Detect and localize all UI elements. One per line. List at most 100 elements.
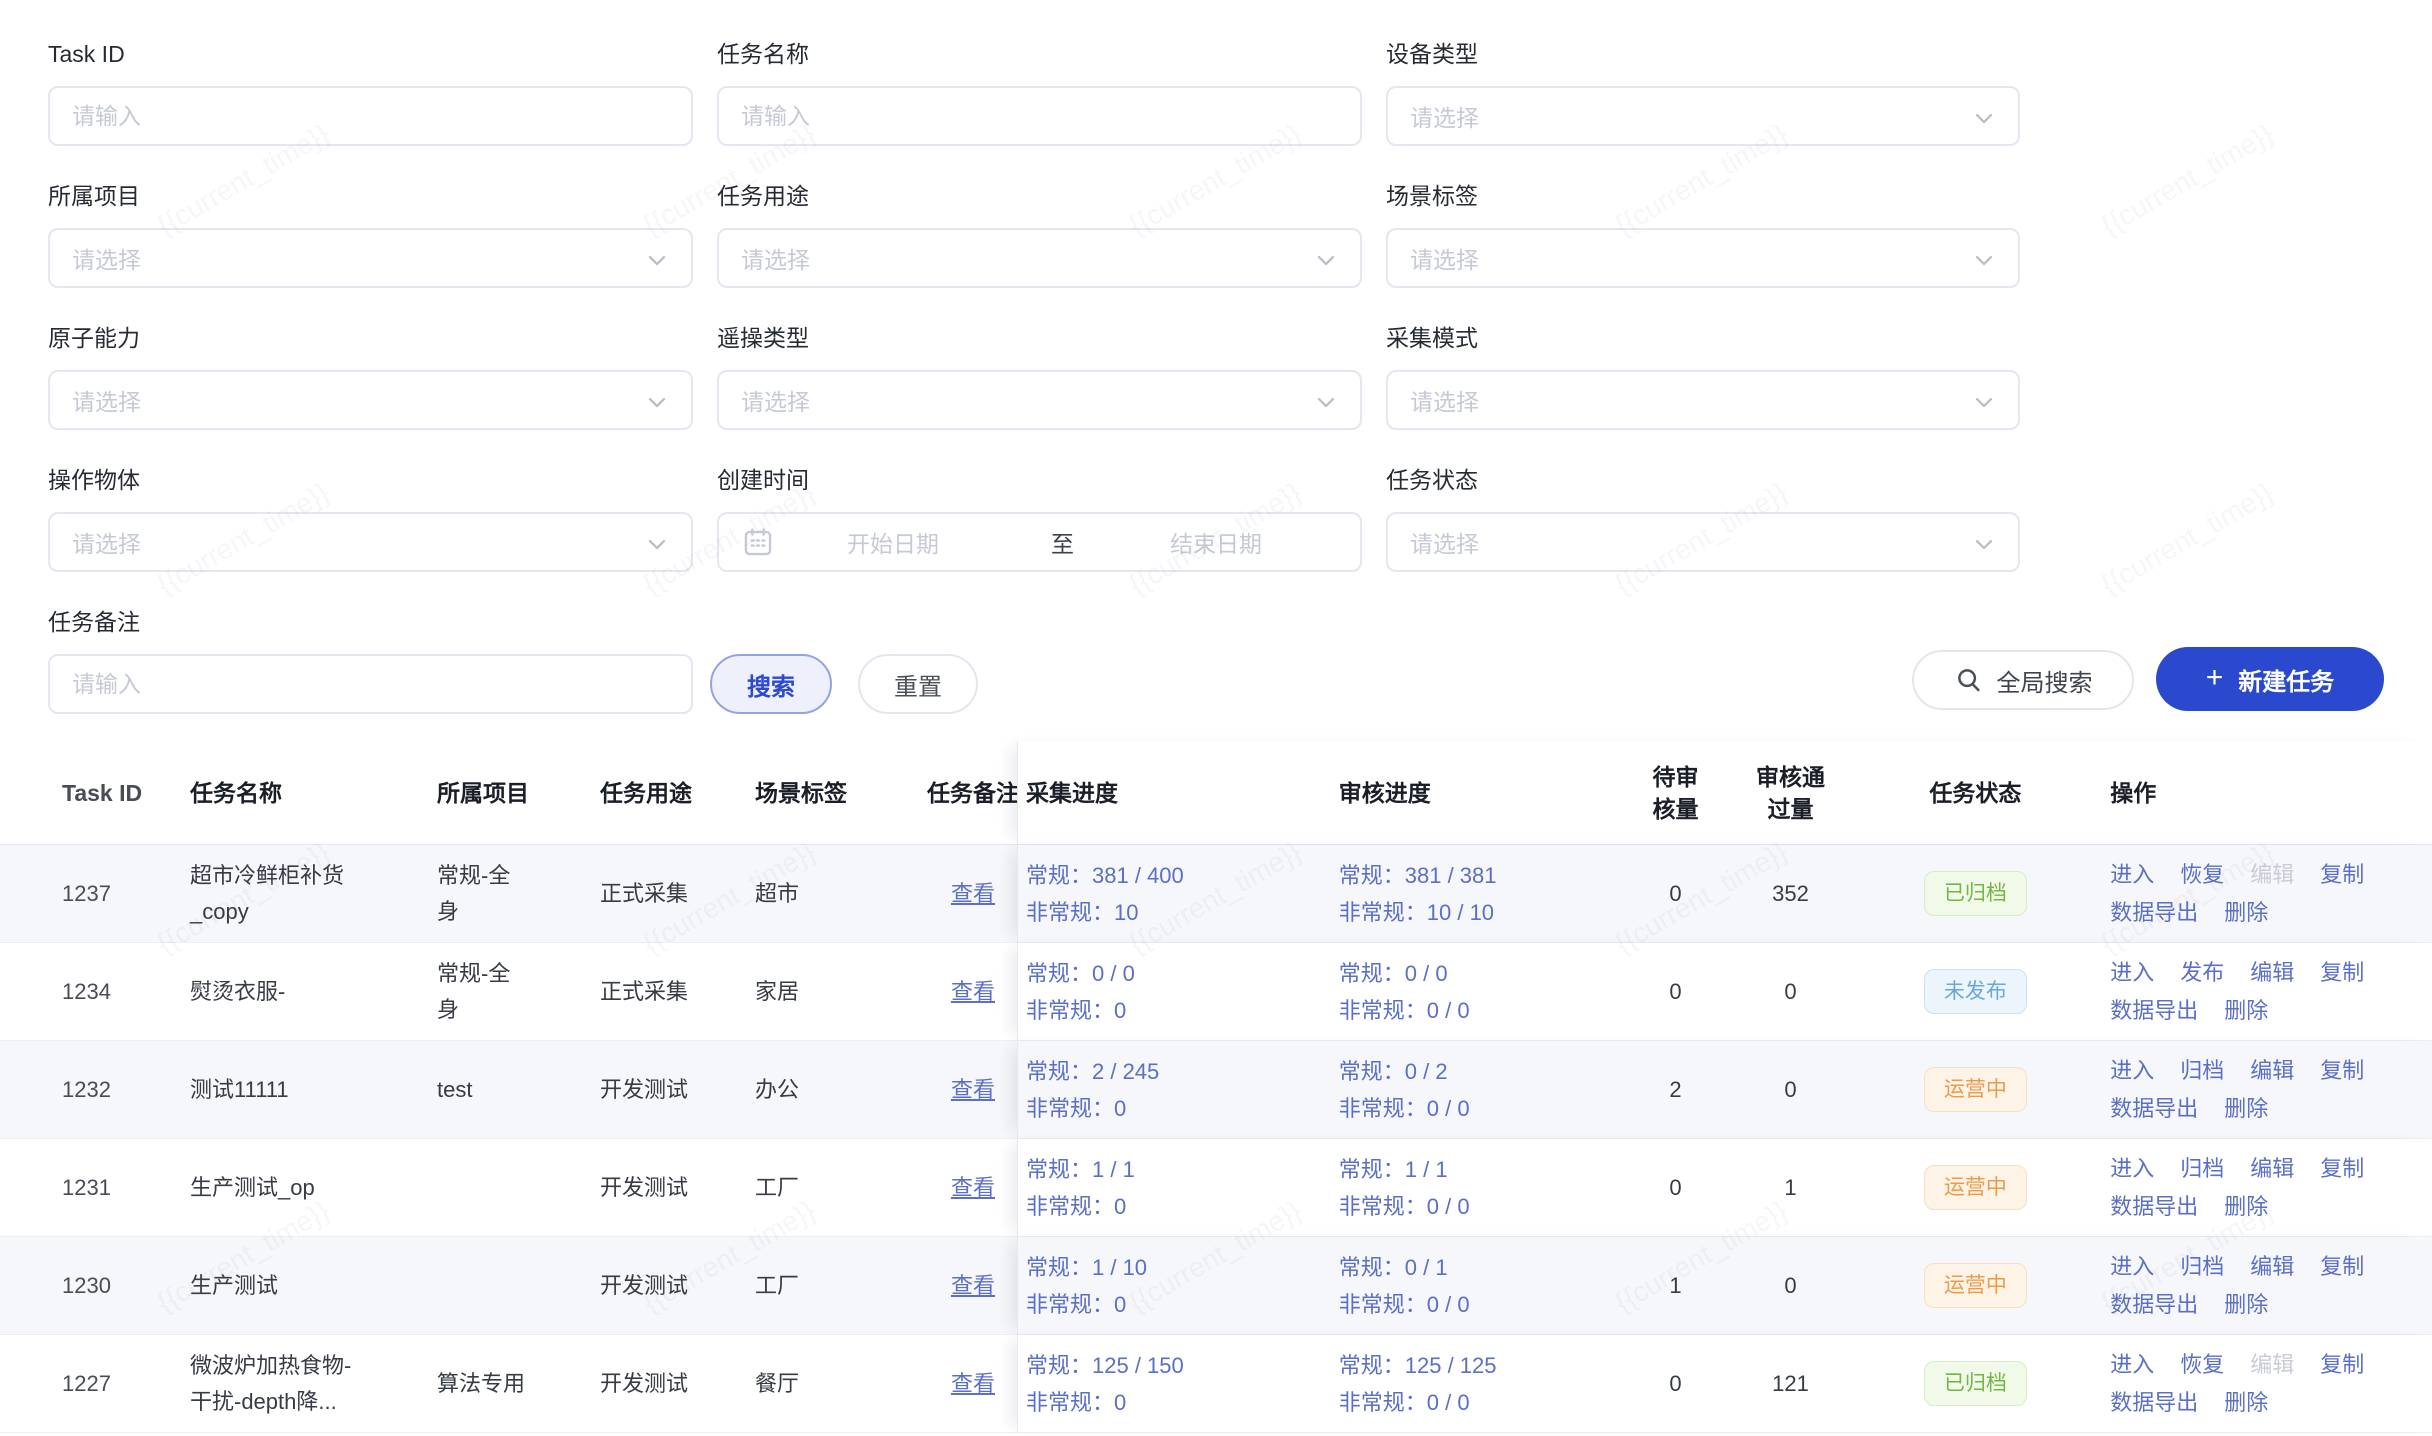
copy-link[interactable]: 复制: [2320, 1346, 2364, 1384]
actions-cell: 进入 归档 编辑 复制 数据导出 删除: [2090, 1237, 2432, 1334]
task-status-select[interactable]: 请选择: [1386, 512, 2020, 572]
enter-link[interactable]: 进入: [2110, 954, 2154, 992]
field-task-id: Task ID: [48, 40, 693, 146]
task-name-input[interactable]: [717, 86, 1362, 146]
field-scene-tag: 场景标签 请选择: [1386, 182, 2020, 288]
review-progress-cell: 常规：0 / 1非常规：0 / 0: [1331, 1237, 1631, 1334]
view-remark-link[interactable]: 查看: [951, 1072, 995, 1108]
field-label: 任务用途: [717, 182, 1362, 210]
restore-link[interactable]: 恢复: [2180, 1346, 2224, 1384]
field-task-purpose: 任务用途 请选择: [717, 182, 1362, 288]
task-id-cell: 1237: [0, 845, 190, 942]
delete-link[interactable]: 删除: [2224, 992, 2268, 1030]
task-id-input[interactable]: [48, 86, 693, 146]
restore-link[interactable]: 恢复: [2180, 856, 2224, 894]
view-remark-link[interactable]: 查看: [951, 1170, 995, 1206]
scene-cell: 办公: [755, 1041, 915, 1138]
delete-link[interactable]: 删除: [2224, 1286, 2268, 1324]
delete-link[interactable]: 删除: [2224, 1188, 2268, 1226]
field-label: 设备类型: [1386, 40, 2020, 68]
teleop-type-select[interactable]: 请选择: [717, 370, 1362, 430]
operation-object-select[interactable]: 请选择: [48, 512, 693, 572]
view-remark-link[interactable]: 查看: [951, 1268, 995, 1304]
actions-cell: 进入 恢复 编辑 复制 数据导出 删除: [2090, 845, 2432, 942]
scene-cell: 工厂: [755, 1237, 915, 1334]
scene-cell: 家居: [755, 943, 915, 1040]
export-link[interactable]: 数据导出: [2110, 1384, 2198, 1422]
select-placeholder: 请选择: [1410, 99, 1479, 133]
project-select[interactable]: 请选择: [48, 228, 693, 288]
copy-link[interactable]: 复制: [2320, 954, 2364, 992]
purpose-cell: 开发测试: [600, 1139, 755, 1236]
scene-tag-select[interactable]: 请选择: [1386, 228, 2020, 288]
task-id-cell: 1227: [0, 1335, 190, 1432]
archive-link[interactable]: 归档: [2180, 1150, 2224, 1188]
create-task-button[interactable]: + 新建任务: [2156, 647, 2384, 711]
reset-button[interactable]: 重置: [858, 654, 978, 714]
copy-link[interactable]: 复制: [2320, 1052, 2364, 1090]
export-link[interactable]: 数据导出: [2110, 1188, 2198, 1226]
export-link[interactable]: 数据导出: [2110, 894, 2198, 932]
edit-link[interactable]: 编辑: [2250, 1150, 2294, 1188]
export-link[interactable]: 数据导出: [2110, 992, 2198, 1030]
search-button[interactable]: 搜索: [710, 654, 832, 714]
export-link[interactable]: 数据导出: [2110, 1090, 2198, 1128]
create-time-range-picker[interactable]: 开始日期 至 结束日期: [717, 512, 1362, 572]
task-remark-input[interactable]: [48, 654, 693, 714]
view-remark-link[interactable]: 查看: [951, 974, 995, 1010]
global-search-button[interactable]: 全局搜索: [1912, 650, 2134, 710]
delete-link[interactable]: 删除: [2224, 894, 2268, 932]
archive-link[interactable]: 归档: [2180, 1248, 2224, 1286]
collect-mode-select[interactable]: 请选择: [1386, 370, 2020, 430]
enter-link[interactable]: 进入: [2110, 856, 2154, 894]
task-name-cell: 熨烫衣服-: [190, 943, 437, 1040]
publish-link[interactable]: 发布: [2180, 954, 2224, 992]
archive-link[interactable]: 归档: [2180, 1052, 2224, 1090]
review-progress-cell: 常规：0 / 0非常规：0 / 0: [1331, 943, 1631, 1040]
enter-link[interactable]: 进入: [2110, 1248, 2154, 1286]
project-cell: [437, 1237, 600, 1334]
col-header-task-name: 任务名称: [190, 741, 437, 844]
copy-link[interactable]: 复制: [2320, 856, 2364, 894]
copy-link[interactable]: 复制: [2320, 1248, 2364, 1286]
task-purpose-select[interactable]: 请选择: [717, 228, 1362, 288]
edit-link[interactable]: 编辑: [2250, 1346, 2294, 1384]
collect-progress-cell: 常规：1 / 1非常规：0: [1018, 1139, 1331, 1236]
delete-link[interactable]: 删除: [2224, 1384, 2268, 1422]
select-placeholder: 请选择: [72, 525, 141, 559]
atomic-ability-select[interactable]: 请选择: [48, 370, 693, 430]
edit-link[interactable]: 编辑: [2250, 1248, 2294, 1286]
plus-icon: +: [2206, 663, 2224, 693]
actions-cell: 进入 恢复 编辑 复制 数据导出 删除: [2090, 1335, 2432, 1432]
enter-link[interactable]: 进入: [2110, 1150, 2154, 1188]
calendar-icon: [741, 525, 775, 559]
field-collect-mode: 采集模式 请选择: [1386, 324, 2020, 430]
edit-link[interactable]: 编辑: [2250, 954, 2294, 992]
chevron-down-icon: [1312, 246, 1340, 274]
create-task-label: 新建任务: [2238, 662, 2334, 697]
review-progress-cell: 常规：381 / 381非常规：10 / 10: [1331, 845, 1631, 942]
edit-link[interactable]: 编辑: [2250, 1052, 2294, 1090]
view-remark-link[interactable]: 查看: [951, 1366, 995, 1402]
project-cell: 算法专用: [437, 1335, 600, 1432]
delete-link[interactable]: 删除: [2224, 1090, 2268, 1128]
field-label: 任务状态: [1386, 466, 2020, 494]
project-cell: 常规-全 身: [437, 943, 600, 1040]
purpose-cell: 正式采集: [600, 845, 755, 942]
view-remark-link[interactable]: 查看: [951, 876, 995, 912]
chevron-down-icon: [643, 388, 671, 416]
device-type-select[interactable]: 请选择: [1386, 86, 2020, 146]
passed-count-cell: 0: [1720, 1041, 1860, 1138]
export-link[interactable]: 数据导出: [2110, 1286, 2198, 1324]
select-placeholder: 请选择: [72, 241, 141, 275]
enter-link[interactable]: 进入: [2110, 1346, 2154, 1384]
field-task-remark: 任务备注: [48, 608, 693, 714]
field-label: 任务备注: [48, 608, 693, 636]
copy-link[interactable]: 复制: [2320, 1150, 2364, 1188]
edit-link[interactable]: 编辑: [2250, 856, 2294, 894]
project-cell: test: [437, 1041, 600, 1138]
enter-link[interactable]: 进入: [2110, 1052, 2154, 1090]
field-label: 任务名称: [717, 40, 1362, 68]
date-range-separator: 至: [1051, 525, 1074, 559]
col-header-task-id: Task ID: [0, 741, 190, 844]
